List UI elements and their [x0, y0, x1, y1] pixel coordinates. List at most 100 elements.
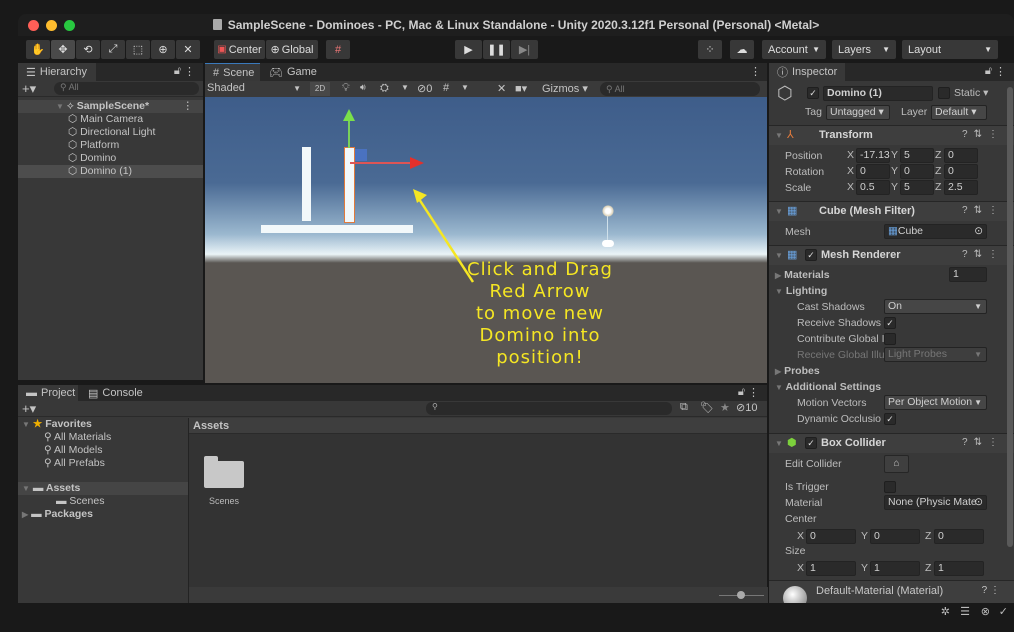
scenes-folder-row[interactable]: ▬ Scenes — [18, 495, 188, 508]
directional-light-icon[interactable] — [602, 205, 614, 217]
static-checkbox[interactable] — [938, 87, 950, 99]
component-header-icons[interactable]: ?⇅⋮ — [962, 129, 1004, 140]
tab-project[interactable]: ▬ Project — [18, 385, 78, 401]
box-collider-header[interactable]: ▼ ⬢ ✓ Box Collider ?⇅⋮ — [769, 433, 1014, 453]
debug-icon[interactable]: ✲ — [941, 605, 950, 618]
project-search-input[interactable]: ⚲ — [426, 402, 672, 415]
play-button[interactable]: ▶ — [455, 40, 482, 59]
gameobject-cube-icon[interactable]: ⬡ — [777, 83, 793, 104]
center-x-axis-label[interactable]: X — [797, 530, 804, 542]
rotation-z-axis-label[interactable]: Z — [935, 165, 941, 177]
layout-dropdown[interactable]: Layout ▼ — [902, 40, 998, 59]
contribute-gi-checkbox[interactable] — [884, 333, 896, 345]
size-y-axis-label[interactable]: Y — [861, 562, 868, 574]
camera-icon[interactable]: ■▾ — [515, 82, 527, 95]
scale-tool-button[interactable]: ⤢ — [101, 40, 125, 59]
hand-tool-button[interactable]: ✋ — [26, 40, 50, 59]
size-z-axis-label[interactable]: Z — [925, 562, 931, 574]
additional-settings-foldout[interactable]: ▼ Additional Settings — [775, 381, 881, 393]
mesh-renderer-enabled-checkbox[interactable]: ✓ — [805, 249, 817, 261]
scale-z-field[interactable]: 2.5 — [944, 180, 978, 195]
hierarchy-item[interactable]: ⬡ Domino — [18, 152, 203, 165]
scale-x-field[interactable]: 0.5 — [856, 180, 890, 195]
size-x-field[interactable]: 1 — [806, 561, 856, 576]
box-collider-enabled-checkbox[interactable]: ✓ — [805, 437, 817, 449]
position-z-axis-label[interactable]: Z — [935, 149, 941, 161]
hierarchy-item-selected[interactable]: ⬡ Domino (1) — [18, 165, 203, 178]
assets-folder-row[interactable]: ▼ ▬ Assets — [18, 482, 188, 495]
hierarchy-item[interactable]: ⬡ Main Camera — [18, 113, 203, 126]
effects-toggle-icon[interactable]: ⛭ — [380, 82, 389, 95]
compile-status-icon[interactable]: ✓ — [999, 605, 1008, 618]
size-z-field[interactable]: 1 — [934, 561, 984, 576]
create-asset-button[interactable]: +▾ — [22, 401, 36, 417]
rect-tool-button[interactable]: ⬚ — [126, 40, 150, 59]
domino-object[interactable] — [302, 147, 311, 221]
probes-foldout[interactable]: ▶ Probes — [775, 365, 820, 377]
favorites-star-icon[interactable]: ★ — [720, 401, 730, 414]
size-x-axis-label[interactable]: X — [797, 562, 804, 574]
center-z-field[interactable]: 0 — [934, 529, 984, 544]
inspector-scrollbar[interactable] — [1007, 87, 1013, 547]
component-header-icons[interactable]: ? ⋮ — [982, 585, 1000, 596]
chevron-down-icon[interactable]: ▼ — [401, 83, 409, 92]
rotation-x-field[interactable]: 0 — [856, 164, 890, 179]
lock-icon[interactable]: 🔓︎ — [174, 65, 181, 78]
hidden-objects-toggle[interactable]: ⊘0 — [417, 82, 432, 95]
position-y-axis-label[interactable]: Y — [891, 149, 898, 161]
favorite-item[interactable]: ⚲ All Prefabs — [18, 457, 188, 470]
cloud-button[interactable]: ☁ — [730, 40, 754, 59]
position-x-axis-label[interactable]: X — [847, 149, 854, 161]
icon-size-slider-handle[interactable] — [737, 591, 745, 599]
grid-toggle-icon[interactable]: # — [443, 82, 449, 94]
static-dropdown[interactable]: Static ▾ — [954, 87, 988, 99]
is-trigger-checkbox[interactable] — [884, 481, 896, 493]
object-name-input[interactable]: Domino (1) — [823, 86, 933, 101]
transform-tool-button[interactable]: ⊕ — [151, 40, 175, 59]
more-options-icon[interactable]: ⋮ — [750, 65, 761, 78]
pivot-center-button[interactable]: ▣ Center — [214, 40, 265, 59]
center-y-field[interactable]: 0 — [870, 529, 920, 544]
mesh-filter-header[interactable]: ▼ ▦ Cube (Mesh Filter) ?⇅⋮ — [769, 201, 1014, 221]
pause-button[interactable]: ❚❚ — [483, 40, 510, 59]
domino-1-selected-object[interactable] — [344, 147, 355, 223]
object-picker-icon[interactable]: ⊙ — [974, 496, 983, 509]
lighting-foldout[interactable]: ▼ Lighting — [775, 285, 827, 297]
audio-toggle-icon[interactable]: 🔊︎ — [360, 82, 366, 93]
tab-scene[interactable]: # Scene — [205, 63, 260, 81]
center-z-axis-label[interactable]: Z — [925, 530, 931, 542]
lock-icon[interactable]: 🔓︎ — [985, 65, 992, 78]
materials-count-field[interactable]: 1 — [949, 267, 987, 282]
material-header[interactable]: Default-Material (Material) ? ⋮ — [769, 580, 1014, 603]
tag-dropdown[interactable]: Untagged ▾ — [826, 105, 890, 120]
hierarchy-item[interactable]: ⬡ Platform — [18, 139, 203, 152]
collab-button[interactable]: ⁘ — [698, 40, 722, 59]
account-dropdown[interactable]: Account ▼ — [762, 40, 826, 59]
cache-icon[interactable]: ☰ — [960, 605, 970, 618]
packages-folder-row[interactable]: ▶ ▬ Packages — [18, 508, 188, 521]
rotation-y-field[interactable]: 0 — [900, 164, 934, 179]
scale-z-axis-label[interactable]: Z — [935, 181, 941, 193]
mesh-field[interactable]: ▦Cube ⊙ — [884, 224, 987, 239]
mesh-renderer-header[interactable]: ▼ ▦ ✓ Mesh Renderer ?⇅⋮ — [769, 245, 1014, 265]
scenes-folder-item[interactable] — [204, 456, 244, 488]
scale-y-field[interactable]: 5 — [900, 180, 934, 195]
rotate-tool-button[interactable]: ⟲ — [76, 40, 100, 59]
position-z-field[interactable]: 0 — [944, 148, 978, 163]
layer-dropdown[interactable]: Default ▾ — [931, 105, 987, 120]
rotation-y-axis-label[interactable]: Y — [891, 165, 898, 177]
create-button[interactable]: +▾ — [22, 81, 36, 97]
more-options-icon[interactable]: ⋮ — [995, 65, 1006, 78]
motion-vectors-dropdown[interactable]: Per Object Motion ▼ — [884, 395, 987, 410]
component-header-icons[interactable]: ?⇅⋮ — [962, 437, 1004, 448]
scene-root-row[interactable]: ▼ ⟡ SampleScene* ⋮ — [18, 100, 203, 113]
scene-search-input[interactable]: ⚲ All — [600, 82, 760, 96]
custom-tool-button[interactable]: ✕ — [176, 40, 200, 59]
rotation-x-axis-label[interactable]: X — [847, 165, 854, 177]
tab-hierarchy[interactable]: ☰ Hierarchy — [18, 63, 96, 81]
chevron-down-icon[interactable]: ▼ — [461, 83, 469, 92]
cast-shadows-dropdown[interactable]: On ▼ — [884, 299, 987, 314]
physic-material-field[interactable]: None (Physic Mate ⊙ — [884, 495, 987, 510]
dynamic-occlusion-checkbox[interactable]: ✓ — [884, 413, 896, 425]
layers-dropdown[interactable]: Layers ▼ — [832, 40, 896, 59]
